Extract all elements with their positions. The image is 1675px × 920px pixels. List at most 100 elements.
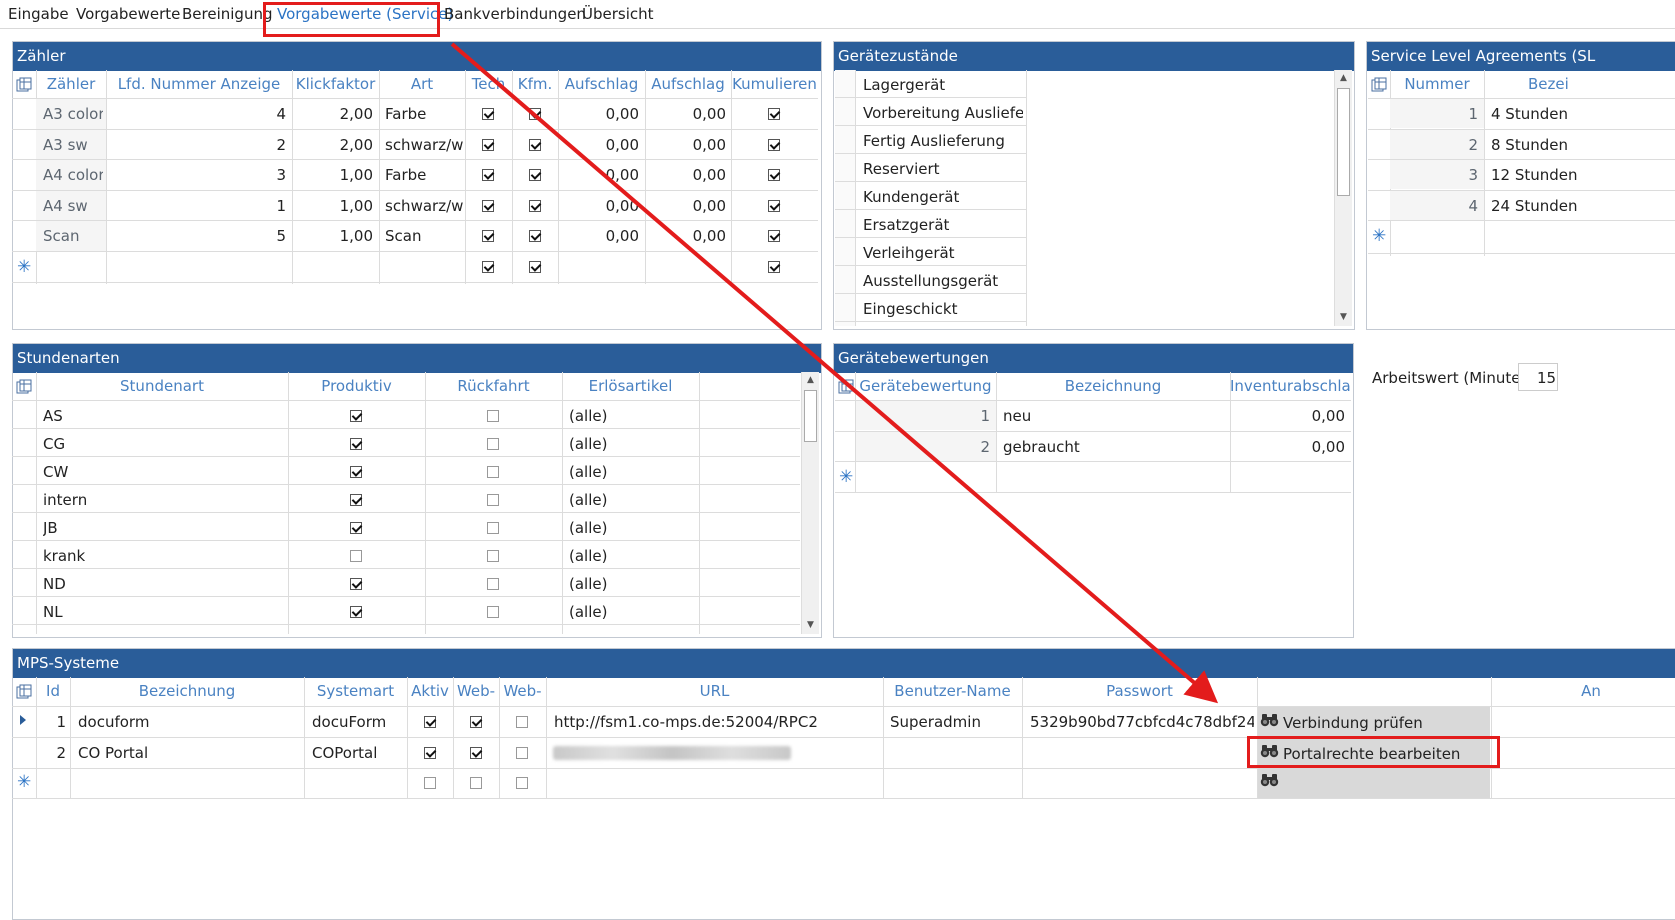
kumulieren-checkbox[interactable] xyxy=(768,199,780,212)
geraetezustand-item[interactable]: Ersatzgerät xyxy=(863,216,1023,234)
tech-checkbox[interactable] xyxy=(482,230,494,242)
web-checkbox[interactable] xyxy=(516,746,528,759)
column-header[interactable]: Art xyxy=(379,75,465,93)
geraetezustand-item[interactable]: Vorbereitung Ausliefer xyxy=(863,104,1023,122)
menu-bereinigung[interactable]: Bereinigung xyxy=(182,5,272,23)
geraetezustaende-scrollbar[interactable]: ▲ ▼ xyxy=(1334,70,1352,326)
menu-bankverbindungen[interactable]: Bankverbindungen xyxy=(444,5,586,23)
produktiv-checkbox[interactable] xyxy=(350,438,362,450)
column-header[interactable]: Rückfahrt xyxy=(425,377,562,395)
produktiv-checkbox[interactable] xyxy=(350,410,362,422)
aktiv-checkbox[interactable] xyxy=(424,746,436,759)
web-checkbox[interactable] xyxy=(470,716,482,728)
column-header[interactable]: Nummer xyxy=(1390,75,1484,93)
column-header[interactable]: Aktiv xyxy=(407,682,453,700)
column-header[interactable]: Aufschlag xyxy=(558,75,645,93)
stundenarten-scrollbar[interactable]: ▲ ▼ xyxy=(801,372,819,634)
produktiv-checkbox[interactable] xyxy=(350,606,362,618)
column-header[interactable]: Gerätebewertung xyxy=(855,377,996,395)
scroll-thumb[interactable] xyxy=(1337,88,1350,196)
scroll-up-icon[interactable]: ▲ xyxy=(802,372,819,389)
column-header[interactable]: Zähler xyxy=(36,75,106,93)
aktiv-checkbox[interactable] xyxy=(424,777,436,789)
column-header[interactable]: Klickfaktor xyxy=(292,75,379,93)
geraetezustand-item[interactable]: Eingeschickt xyxy=(863,300,1023,318)
column-header[interactable]: Web- xyxy=(453,682,499,700)
tech-checkbox[interactable] xyxy=(482,108,494,120)
mps-url[interactable]: http://fsm1.co-mps.de:52004/RPC2 xyxy=(554,713,879,731)
aktiv-checkbox[interactable] xyxy=(424,716,436,728)
new-row-icon[interactable]: ✳ xyxy=(1372,226,1386,246)
arbeitswert-input[interactable]: 15 xyxy=(1518,363,1558,391)
produktiv-checkbox[interactable] xyxy=(350,466,362,478)
column-header[interactable]: Inventurabschla xyxy=(1230,377,1350,395)
column-chooser-icon[interactable] xyxy=(16,379,32,394)
web-checkbox[interactable] xyxy=(470,746,482,759)
scroll-down-icon[interactable]: ▼ xyxy=(802,617,819,634)
column-chooser-icon[interactable] xyxy=(1371,77,1387,92)
kfm-checkbox[interactable] xyxy=(529,138,541,151)
tech-checkbox[interactable] xyxy=(482,260,494,273)
geraetezustand-item[interactable]: Kundengerät xyxy=(863,188,1023,206)
column-header[interactable]: Bezei xyxy=(1490,75,1628,93)
kumulieren-checkbox[interactable] xyxy=(768,138,780,151)
kfm-checkbox[interactable] xyxy=(529,108,541,120)
column-header[interactable]: Produktiv xyxy=(288,377,425,395)
column-header[interactable]: Bezeichnung xyxy=(996,377,1230,395)
rueckfahrt-checkbox[interactable] xyxy=(487,522,499,534)
rueckfahrt-checkbox[interactable] xyxy=(487,494,499,506)
kfm-checkbox[interactable] xyxy=(529,260,541,273)
produktiv-checkbox[interactable] xyxy=(350,522,362,534)
produktiv-checkbox[interactable] xyxy=(350,550,362,562)
web-checkbox[interactable] xyxy=(470,777,482,789)
column-header[interactable]: An xyxy=(1551,682,1631,700)
geraetezustand-item[interactable]: Fertig Auslieferung xyxy=(863,132,1023,150)
column-header[interactable]: Web- xyxy=(499,682,546,700)
column-header[interactable]: Erlösartikel xyxy=(562,377,699,395)
kumulieren-checkbox[interactable] xyxy=(768,230,780,242)
menu-eingabe[interactable]: Eingabe xyxy=(8,5,69,23)
column-chooser-icon[interactable] xyxy=(838,379,854,394)
mps-action-button[interactable] xyxy=(1258,768,1490,798)
menu-vorgabewerte[interactable]: Vorgabewerte xyxy=(76,5,180,23)
column-header[interactable]: Passwort xyxy=(1022,682,1257,700)
rueckfahrt-checkbox[interactable] xyxy=(487,550,499,562)
tech-checkbox[interactable] xyxy=(482,138,494,151)
scroll-down-icon[interactable]: ▼ xyxy=(1335,309,1352,326)
geraetezustand-item[interactable]: Ausstellungsgerät xyxy=(863,272,1023,290)
rueckfahrt-checkbox[interactable] xyxy=(487,410,499,422)
kumulieren-checkbox[interactable] xyxy=(768,260,780,273)
column-header[interactable]: Benutzer-Name xyxy=(883,682,1022,700)
new-row-icon[interactable]: ✳ xyxy=(17,257,31,277)
column-header[interactable]: Bezeichnung xyxy=(70,682,304,700)
produktiv-checkbox[interactable] xyxy=(350,578,362,590)
kfm-checkbox[interactable] xyxy=(529,230,541,242)
column-header[interactable]: Id xyxy=(36,682,70,700)
kfm-checkbox[interactable] xyxy=(529,199,541,212)
rueckfahrt-checkbox[interactable] xyxy=(487,466,499,478)
kfm-checkbox[interactable] xyxy=(529,169,541,181)
menu-uebersicht[interactable]: Übersicht xyxy=(582,5,654,23)
geraetezustand-item[interactable]: Verleihgerät xyxy=(863,244,1023,262)
geraetezustand-item[interactable]: Lagergerät xyxy=(863,76,1023,94)
column-header[interactable]: Systemart xyxy=(304,682,407,700)
kumulieren-checkbox[interactable] xyxy=(768,169,780,181)
produktiv-checkbox[interactable] xyxy=(350,494,362,506)
new-row-icon[interactable]: ✳ xyxy=(839,467,853,487)
new-row-icon[interactable]: ✳ xyxy=(17,772,31,792)
column-header[interactable]: Stundenart xyxy=(36,377,288,395)
column-header[interactable]: Tech xyxy=(465,75,512,93)
rueckfahrt-checkbox[interactable] xyxy=(487,606,499,618)
scroll-thumb[interactable] xyxy=(804,390,817,442)
column-chooser-icon[interactable] xyxy=(16,684,32,699)
column-header[interactable]: Kfm. xyxy=(512,75,558,93)
column-header[interactable]: Lfd. Nummer Anzeige xyxy=(106,75,292,93)
column-header[interactable]: Aufschlag xyxy=(645,75,731,93)
rueckfahrt-checkbox[interactable] xyxy=(487,578,499,590)
web-checkbox[interactable] xyxy=(516,716,528,728)
column-header[interactable]: URL xyxy=(546,682,883,700)
tech-checkbox[interactable] xyxy=(482,199,494,212)
column-header[interactable]: Kumulieren xyxy=(731,75,818,93)
geraetezustand-item[interactable]: Reserviert xyxy=(863,160,1023,178)
scroll-up-icon[interactable]: ▲ xyxy=(1335,70,1352,87)
